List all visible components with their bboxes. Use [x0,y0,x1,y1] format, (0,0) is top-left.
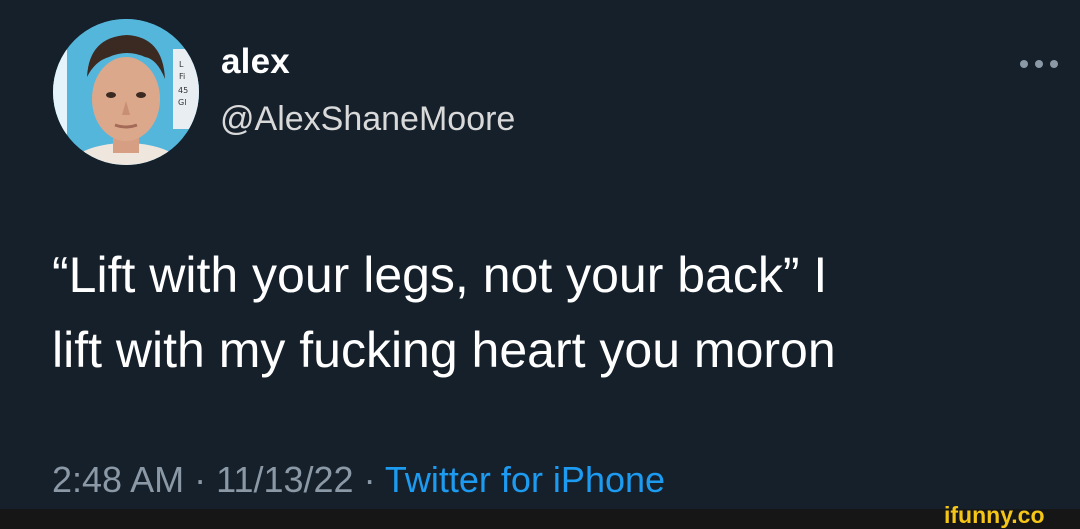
svg-text:L: L [179,60,184,69]
ifunny-watermark-logo: ifunny.co [944,502,1045,528]
tweet-source-link[interactable]: Twitter for iPhone [385,459,665,500]
svg-text:45: 45 [178,86,188,95]
tweet-time[interactable]: 2:48 AM [52,459,184,500]
meta-separator: · [184,459,217,500]
svg-text:ifunny.co: ifunny.co [944,502,1045,528]
svg-text:Fi: Fi [179,72,185,81]
watermark-strip [0,509,1080,529]
user-handle[interactable]: @AlexShaneMoore [220,102,515,136]
avatar-image: L Fi 45 Gl [53,19,199,165]
tweet-metadata: 2:48 AM · 11/13/22 · Twitter for iPhone [52,462,665,498]
svg-text:Gl: Gl [178,98,186,107]
display-name[interactable]: alex [221,44,290,79]
tweet-text: “Lift with your legs, not your back” I l… [52,247,836,378]
tweet-date[interactable]: 11/13/22 [216,459,353,500]
more-horizontal-icon[interactable] [1016,56,1062,72]
tweet-card: L Fi 45 Gl alex @AlexShaneMoore “Lift wi… [0,0,1080,509]
meta-separator: · [353,459,385,500]
avatar[interactable]: L Fi 45 Gl [53,19,199,165]
